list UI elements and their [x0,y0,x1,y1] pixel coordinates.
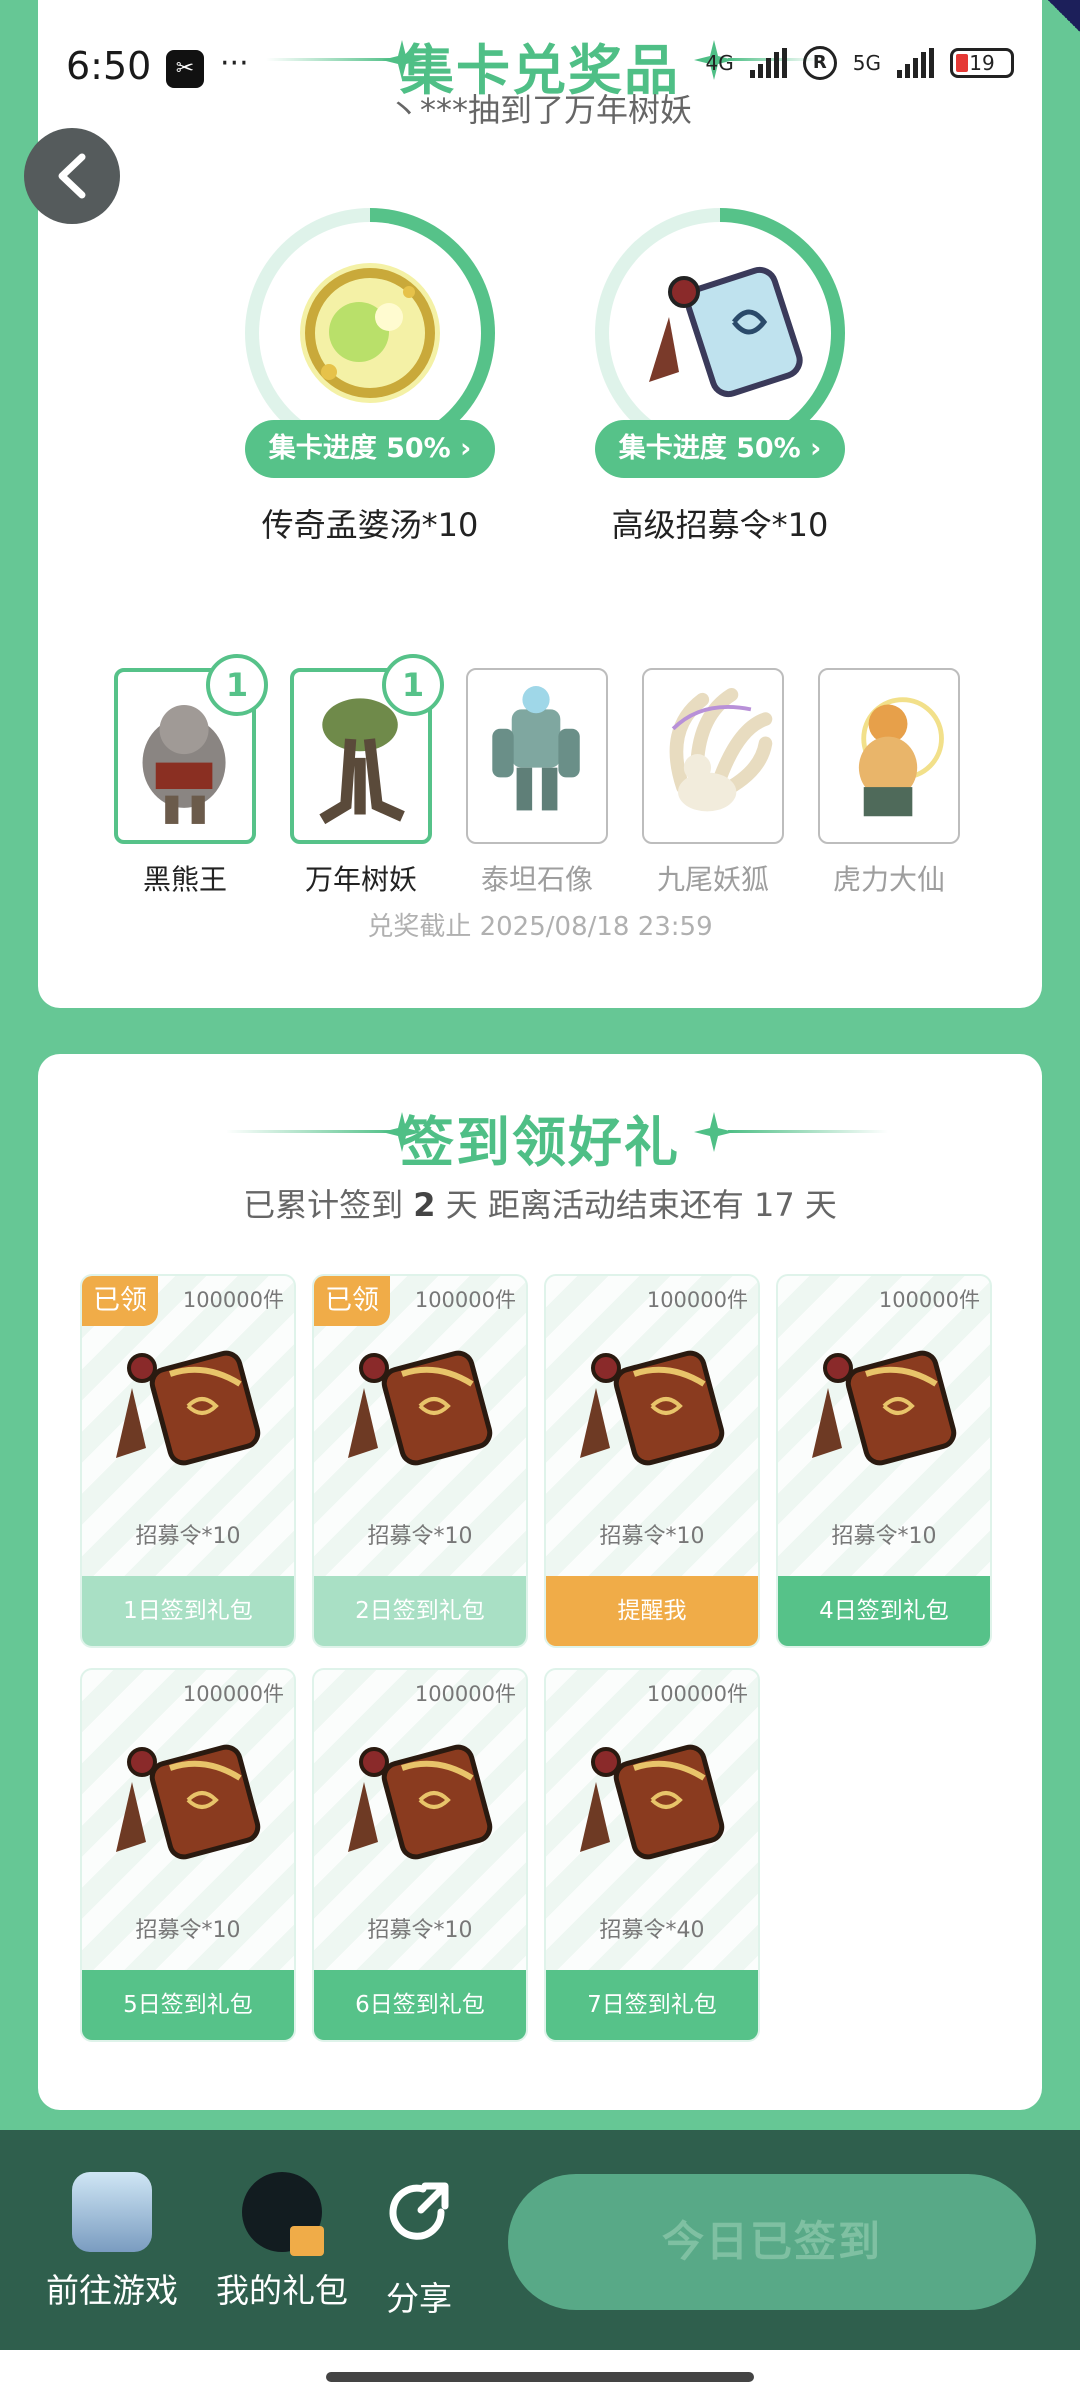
gift-action-button[interactable]: 提醒我 [546,1576,758,1646]
monster-card-black-bear[interactable]: 1 黑熊王 [114,654,268,898]
gift-stock: 100000件 [182,1682,284,1706]
claimed-tag: 已领 [314,1276,390,1326]
gift-action-button[interactable]: 6日签到礼包 [314,1970,526,2040]
sign-gift-card[interactable]: 已领 100000件招募令*10 2日签到礼包 [312,1274,528,1648]
signal-icon [749,48,787,78]
gift-action-button[interactable]: 1日签到礼包 [82,1576,294,1646]
go-to-game-button[interactable]: 前往游戏 [42,2172,182,2312]
gift-content-label: 招募令*10 [367,1918,473,1943]
gift-content-label: 招募令*40 [599,1918,705,1943]
recruit-token-icon [348,1744,493,1860]
monster-name: 黑熊王 [142,863,227,896]
chevron-right-icon: › [810,433,822,464]
gift-stock: 100000件 [414,1288,516,1312]
recruit-token-icon [812,1350,957,1466]
status-bar: 6:50 ✂ ··· 4G R 5G 19 [0,40,1080,100]
gift-stock: 100000件 [182,1288,284,1312]
recruit-token-icon [348,1350,493,1466]
gift-action-button[interactable]: 5日签到礼包 [82,1970,294,2040]
titan-statue-icon [492,686,580,811]
more-notifications-icon: ··· [220,46,249,81]
game-avatar-icon [72,2172,152,2252]
recruit-token-icon [580,1350,725,1466]
share-icon [389,2182,449,2240]
prize-item[interactable]: 集卡进度 50% › 高级招募令*10 [590,208,850,546]
sign-gift-card[interactable]: 100000件招募令*40 7日签到礼包 [544,1668,760,2042]
recruit-token-icon [649,266,803,398]
gift-content-label: 招募令*10 [599,1524,705,1549]
gift-stock: 100000件 [646,1682,748,1706]
gift-action-button[interactable]: 4日签到礼包 [778,1576,990,1646]
bottom-action-bar: 前往游戏 我的礼包 分享 今日已签到 [0,2130,1080,2350]
share-label: 分享 [386,2279,452,2318]
sign-gift-card[interactable]: 100000件招募令*10 提醒我 [544,1274,760,1648]
gift-action-button[interactable]: 2日签到礼包 [314,1576,526,1646]
battery-level: 19 [969,51,995,75]
chevron-left-icon [58,153,86,199]
network-4g-label: 4G [705,51,734,75]
gift-content-label: 招募令*10 [831,1524,937,1549]
back-button[interactable] [24,128,120,224]
progress-pill[interactable]: 集卡进度 50% › [595,420,845,478]
gift-content-label: 招募令*10 [367,1524,473,1549]
gift-box-icon [242,2172,324,2256]
monster-card-titan-statue[interactable]: 泰坦石像 [466,668,608,898]
corner-decoration [1040,0,1080,40]
network-5g-label: 5G [852,51,881,75]
sign-in-card: 签到领好礼 已累计签到 2 天 距离活动结束还有 17 天 已领 100000件招… [38,1054,1042,2110]
monster-name: 虎力大仙 [832,863,945,896]
status-time: 6:50 [66,44,152,88]
gift-action-button[interactable]: 7日签到礼包 [546,1970,758,2040]
sign-section-title: 签到领好礼 [400,1111,680,1174]
signed-today-button[interactable]: 今日已签到 [508,2174,1036,2310]
prize-name: 传奇孟婆汤*10 [261,506,479,544]
go-to-game-label: 前往游戏 [46,2271,178,2310]
gift-content-label: 招募令*10 [135,1524,241,1549]
recruit-token-icon [580,1744,725,1860]
nine-tail-fox-icon [669,687,773,812]
recruit-token-icon [116,1744,261,1860]
monster-card-tree-demon[interactable]: 1 万年树妖 [290,654,444,898]
monster-card-nine-tail-fox[interactable]: 九尾妖狐 [642,668,784,898]
my-gifts-button[interactable]: 我的礼包 [212,2172,352,2312]
gift-stock: 100000件 [878,1288,980,1312]
sign-gift-card[interactable]: 100000件招募令*10 5日签到礼包 [80,1668,296,2042]
tiger-immortal-icon [858,697,944,817]
prize-name: 高级招募令*10 [611,506,829,544]
monster-name: 泰坦石像 [480,863,593,896]
registered-icon: R [802,46,837,80]
claimed-tag: 已领 [82,1276,158,1326]
sign-gift-card[interactable]: 100000件招募令*10 6日签到礼包 [312,1668,528,2042]
capcut-icon: ✂ [166,50,204,88]
prize-item[interactable]: 集卡进度 50% › 传奇孟婆汤*10 [240,208,500,546]
gift-stock: 100000件 [414,1682,516,1706]
gift-content-label: 招募令*10 [135,1918,241,1943]
card-count-badge: 1 [206,654,268,716]
monster-card-tiger-immortal[interactable]: 虎力大仙 [818,668,960,898]
gift-stock: 100000件 [646,1288,748,1312]
sign-gift-card[interactable]: 已领 100000件招募令*10 1日签到礼包 [80,1274,296,1648]
sign-progress-text: 已累计签到 2 天 距离活动结束还有 17 天 [243,1186,837,1224]
title-line-right [728,1130,888,1133]
sign-gift-card[interactable]: 100000件招募令*10 4日签到礼包 [776,1274,992,1648]
battery-icon: 19 [950,48,1014,78]
potion-orb-icon [300,263,440,403]
redeem-deadline: 兑奖截止 2025/08/18 23:59 [367,912,713,942]
home-indicator[interactable] [326,2372,754,2382]
prize-card: 集卡兑奖品 丶***抽到了万年树妖 集卡进度 50% › 传奇孟婆汤*10 集卡… [38,0,1042,1008]
card-count-badge: 1 [382,654,444,716]
chevron-right-icon: › [460,433,472,464]
signal-icon [897,48,934,78]
monster-name: 万年树妖 [304,863,417,896]
progress-pill[interactable]: 集卡进度 50% › [245,420,495,478]
recruit-token-icon [116,1350,261,1466]
my-gifts-label: 我的礼包 [216,2271,348,2310]
share-button[interactable]: 分享 [374,2172,464,2320]
monster-name: 九尾妖狐 [656,863,769,896]
